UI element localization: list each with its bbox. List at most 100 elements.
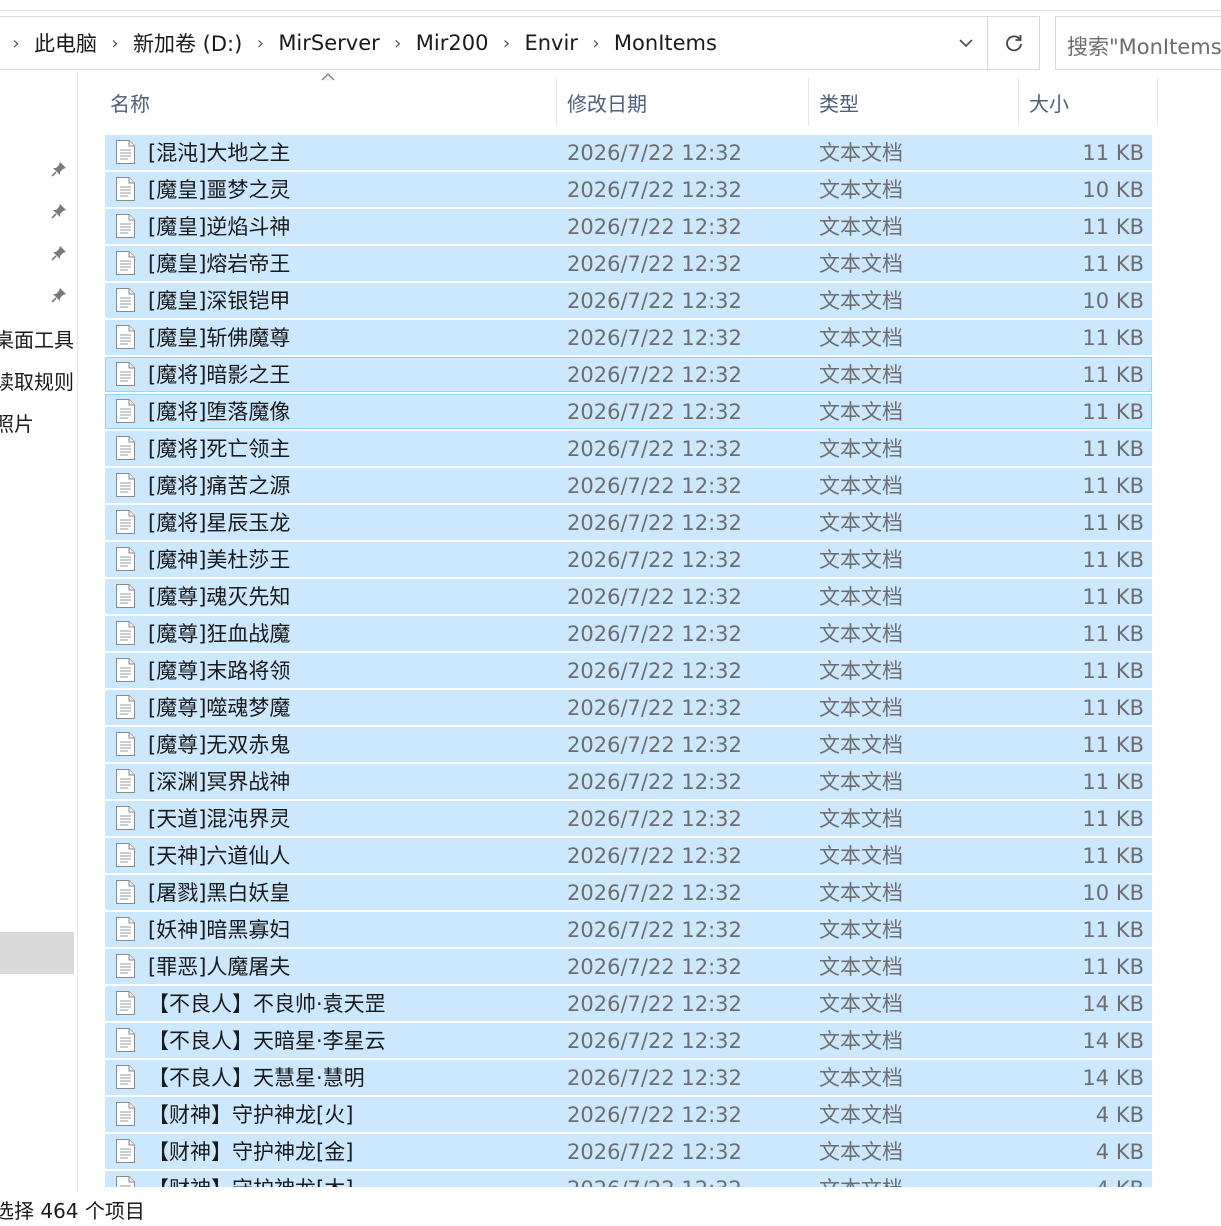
file-row[interactable]: 【不良人】不良帅·袁天罡 2026/7/22 12:32 文本文档 14 KB bbox=[105, 986, 1152, 1023]
pin-icon[interactable] bbox=[48, 242, 70, 264]
file-size: 11 KB bbox=[1082, 844, 1144, 868]
breadcrumb-envir[interactable]: Envir bbox=[522, 31, 579, 55]
file-row[interactable]: [魔将]堕落魔像 2026/7/22 12:32 文本文档 11 KB bbox=[105, 394, 1152, 431]
breadcrumb-drive-d[interactable]: 新加卷 (D:) bbox=[131, 28, 244, 58]
refresh-button[interactable] bbox=[987, 17, 1039, 69]
chevron-right-icon[interactable]: › bbox=[249, 33, 271, 54]
file-row[interactable]: [妖神]暗黑寡妇 2026/7/22 12:32 文本文档 11 KB bbox=[105, 912, 1152, 949]
file-date-modified: 2026/7/22 12:32 bbox=[567, 178, 742, 202]
file-row[interactable]: [魔尊]末路将领 2026/7/22 12:32 文本文档 11 KB bbox=[105, 653, 1152, 690]
text-document-icon bbox=[116, 1176, 135, 1187]
file-name: [魔尊]无双赤鬼 bbox=[148, 733, 291, 757]
search-input[interactable]: 搜索"MonItems bbox=[1055, 16, 1221, 70]
file-list[interactable]: [混沌]大地之主 2026/7/22 12:32 文本文档 11 KB [魔皇]噩梦之灵… bbox=[105, 135, 1153, 1187]
file-row[interactable]: [魔神]美杜莎王 2026/7/22 12:32 文本文档 11 KB bbox=[105, 542, 1152, 579]
file-row[interactable]: [混沌]大地之主 2026/7/22 12:32 文本文档 11 KB bbox=[105, 135, 1152, 172]
text-document-icon bbox=[116, 436, 135, 460]
text-document-icon bbox=[116, 584, 135, 608]
chevron-right-icon[interactable]: › bbox=[585, 33, 607, 54]
column-divider[interactable] bbox=[1157, 78, 1158, 126]
file-row[interactable]: [深渊]冥界战神 2026/7/22 12:32 文本文档 11 KB bbox=[105, 764, 1152, 801]
text-document-icon bbox=[116, 362, 135, 386]
file-size: 11 KB bbox=[1082, 437, 1144, 461]
column-size[interactable]: 大小 bbox=[1019, 78, 1157, 126]
file-date-modified: 2026/7/22 12:32 bbox=[567, 696, 742, 720]
file-row[interactable]: [魔皇]逆焰斗神 2026/7/22 12:32 文本文档 11 KB bbox=[105, 209, 1152, 246]
chevron-right-icon[interactable]: › bbox=[387, 33, 409, 54]
file-date-modified: 2026/7/22 12:32 bbox=[567, 215, 742, 239]
nav-item-selected[interactable] bbox=[0, 932, 74, 974]
chevron-right-icon[interactable]: › bbox=[495, 33, 517, 54]
file-type: 文本文档 bbox=[819, 1103, 903, 1127]
file-row[interactable]: [魔将]死亡领主 2026/7/22 12:32 文本文档 11 KB bbox=[105, 431, 1152, 468]
file-date-modified: 2026/7/22 12:32 bbox=[567, 1103, 742, 1127]
file-date-modified: 2026/7/22 12:32 bbox=[567, 881, 742, 905]
file-date-modified: 2026/7/22 12:32 bbox=[567, 992, 742, 1016]
pin-icon[interactable] bbox=[48, 200, 70, 222]
file-name: [罪恶]人魔屠夫 bbox=[148, 955, 291, 979]
file-name: [天道]混沌界灵 bbox=[148, 807, 291, 831]
file-row[interactable]: [魔皇]深银铠甲 2026/7/22 12:32 文本文档 10 KB bbox=[105, 283, 1152, 320]
file-size: 11 KB bbox=[1082, 918, 1144, 942]
breadcrumb-mir200[interactable]: Mir200 bbox=[414, 31, 491, 55]
file-row[interactable]: [魔皇]熔岩帝王 2026/7/22 12:32 文本文档 11 KB bbox=[105, 246, 1152, 283]
breadcrumb-monitems[interactable]: MonItems bbox=[612, 31, 719, 55]
file-type: 文本文档 bbox=[819, 178, 903, 202]
breadcrumb-mirserver[interactable]: MirServer bbox=[276, 31, 381, 55]
breadcrumb-this-pc[interactable]: 此电脑 bbox=[32, 28, 99, 58]
file-row[interactable]: [魔将]星辰玉龙 2026/7/22 12:32 文本文档 11 KB bbox=[105, 505, 1152, 542]
file-size: 11 KB bbox=[1082, 326, 1144, 350]
file-row[interactable]: [魔尊]魂灭先知 2026/7/22 12:32 文本文档 11 KB bbox=[105, 579, 1152, 616]
file-row[interactable]: 【财神】守护神龙[金] 2026/7/22 12:32 文本文档 4 KB bbox=[105, 1134, 1152, 1171]
selection-count: 选择 464 个项目 bbox=[0, 1199, 145, 1223]
file-row[interactable]: [魔皇]噩梦之灵 2026/7/22 12:32 文本文档 10 KB bbox=[105, 172, 1152, 209]
column-type[interactable]: 类型 bbox=[809, 78, 1018, 126]
file-type: 文本文档 bbox=[819, 659, 903, 683]
pin-icon[interactable] bbox=[48, 158, 70, 180]
address-bar[interactable]: › 此电脑 › 新加卷 (D:) › MirServer › Mir200 › … bbox=[0, 16, 1040, 70]
file-size: 11 KB bbox=[1082, 215, 1144, 239]
file-row[interactable]: [魔尊]狂血战魔 2026/7/22 12:32 文本文档 11 KB bbox=[105, 616, 1152, 653]
nav-item-read-rules[interactable]: 读取规则 bbox=[0, 366, 74, 395]
file-type: 文本文档 bbox=[819, 807, 903, 831]
column-name[interactable]: 名称 bbox=[78, 78, 556, 126]
file-row[interactable]: [天神]六道仙人 2026/7/22 12:32 文本文档 11 KB bbox=[105, 838, 1152, 875]
file-size: 11 KB bbox=[1082, 585, 1144, 609]
text-document-icon bbox=[116, 695, 135, 719]
file-row[interactable]: 【不良人】天暗星·李星云 2026/7/22 12:32 文本文档 14 KB bbox=[105, 1023, 1152, 1060]
text-document-icon bbox=[116, 288, 135, 312]
text-document-icon bbox=[116, 917, 135, 941]
file-row[interactable]: [罪恶]人魔屠夫 2026/7/22 12:32 文本文档 11 KB bbox=[105, 949, 1152, 986]
file-row[interactable]: [魔尊]噬魂梦魔 2026/7/22 12:32 文本文档 11 KB bbox=[105, 690, 1152, 727]
file-size: 4 KB bbox=[1096, 1171, 1144, 1187]
file-type: 文本文档 bbox=[819, 696, 903, 720]
column-name-label: 名称 bbox=[110, 91, 150, 116]
file-name: 【不良人】天暗星·李星云 bbox=[148, 1029, 386, 1053]
file-row[interactable]: 【财神】守护神龙[火] 2026/7/22 12:32 文本文档 4 KB bbox=[105, 1097, 1152, 1134]
address-history-dropdown[interactable] bbox=[947, 17, 985, 69]
file-row[interactable]: [魔将]痛苦之源 2026/7/22 12:32 文本文档 11 KB bbox=[105, 468, 1152, 505]
text-document-icon bbox=[116, 621, 135, 645]
nav-item-photos[interactable]: 照片 bbox=[0, 408, 34, 437]
file-row[interactable]: [屠戮]黑白妖皇 2026/7/22 12:32 文本文档 10 KB bbox=[105, 875, 1152, 912]
text-document-icon bbox=[116, 251, 135, 275]
file-name: [魔将]死亡领主 bbox=[148, 437, 291, 461]
file-row[interactable]: [魔尊]无双赤鬼 2026/7/22 12:32 文本文档 11 KB bbox=[105, 727, 1152, 764]
column-date-modified[interactable]: 修改日期 bbox=[557, 78, 807, 126]
file-row[interactable]: [天道]混沌界灵 2026/7/22 12:32 文本文档 11 KB bbox=[105, 801, 1152, 838]
text-document-icon bbox=[116, 658, 135, 682]
chevron-right-icon[interactable]: › bbox=[104, 33, 126, 54]
file-row[interactable]: 【财神】守护神龙[木] 2026/7/22 12:32 文本文档 4 KB bbox=[105, 1171, 1152, 1187]
file-size: 11 KB bbox=[1082, 659, 1144, 683]
chevron-right-icon[interactable]: › bbox=[5, 33, 27, 54]
navigation-pane[interactable]: 桌面工具 读取规则 照片 bbox=[0, 72, 78, 1192]
nav-item-desktop-tools[interactable]: 桌面工具 bbox=[0, 324, 74, 353]
file-row[interactable]: [魔皇]斩佛魔尊 2026/7/22 12:32 文本文档 11 KB bbox=[105, 320, 1152, 357]
search-placeholder: 搜索"MonItems bbox=[1067, 35, 1221, 59]
file-type: 文本文档 bbox=[819, 548, 903, 572]
file-type: 文本文档 bbox=[819, 1066, 903, 1090]
pin-icon[interactable] bbox=[48, 284, 70, 306]
file-row[interactable]: 【不良人】天慧星·慧明 2026/7/22 12:32 文本文档 14 KB bbox=[105, 1060, 1152, 1097]
file-date-modified: 2026/7/22 12:32 bbox=[567, 622, 742, 646]
file-row[interactable]: [魔将]暗影之王 2026/7/22 12:32 文本文档 11 KB bbox=[105, 357, 1152, 394]
